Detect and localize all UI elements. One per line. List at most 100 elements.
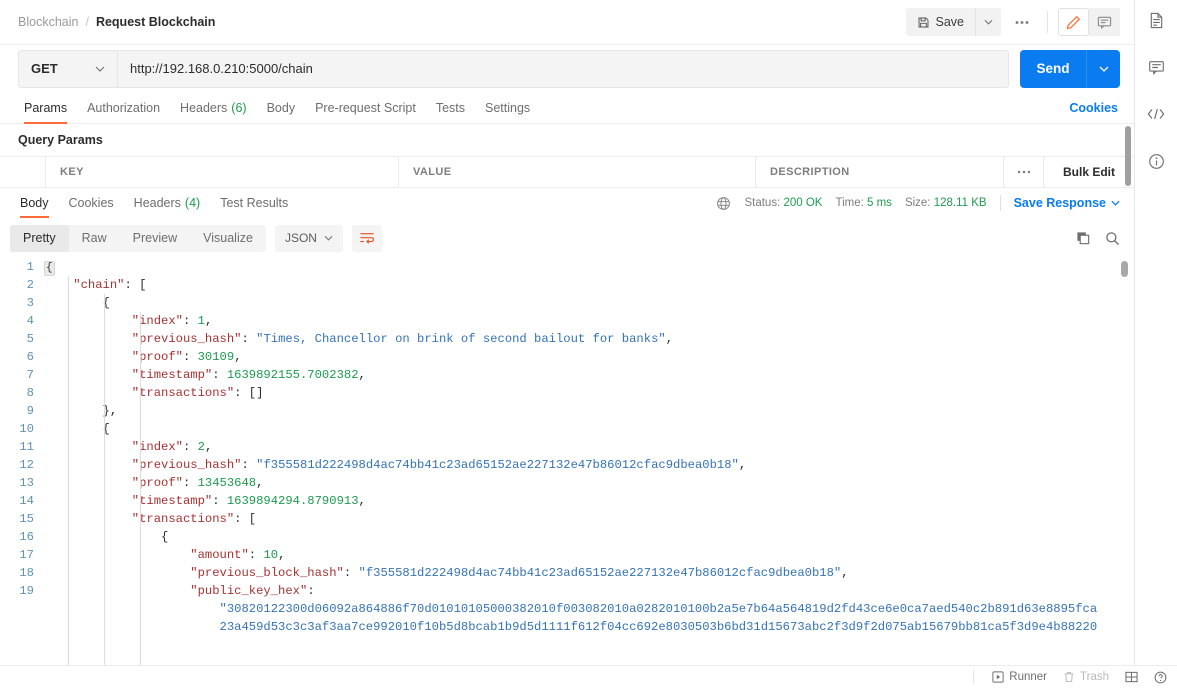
code-token: { bbox=[102, 422, 110, 436]
http-method-value: GET bbox=[31, 61, 58, 76]
code-token: : bbox=[212, 494, 227, 508]
line-number: 12 bbox=[19, 458, 34, 472]
view-pretty-button[interactable]: Pretty bbox=[10, 224, 69, 252]
trash-button[interactable]: Trash bbox=[1063, 671, 1109, 683]
code-token: : [ bbox=[124, 278, 147, 292]
column-header-description: DESCRIPTION bbox=[756, 157, 1004, 187]
view-visualize-button[interactable]: Visualize bbox=[190, 225, 266, 252]
line-number: 3 bbox=[26, 296, 34, 310]
copy-icon[interactable] bbox=[1076, 231, 1091, 246]
chevron-down-icon bbox=[324, 235, 333, 241]
code-line: 7 "timestamp": 1639892155.7002382, bbox=[10, 366, 1134, 384]
layout-toggle-button[interactable] bbox=[1125, 671, 1138, 683]
breadcrumb-parent[interactable]: Blockchain bbox=[18, 15, 78, 29]
query-params-checkbox-column bbox=[0, 157, 46, 187]
trash-icon bbox=[1063, 671, 1075, 683]
code-token: , bbox=[204, 314, 213, 328]
send-options-button[interactable] bbox=[1086, 49, 1120, 88]
code-token: "previous_hash" bbox=[131, 458, 242, 472]
response-tab-cookies-label: Cookies bbox=[68, 196, 114, 210]
response-tab-headers[interactable]: Headers (4) bbox=[124, 188, 211, 218]
line-number: 18 bbox=[19, 566, 34, 580]
line-number: 5 bbox=[26, 332, 34, 346]
code-token: , bbox=[358, 368, 366, 382]
tab-params[interactable]: Params bbox=[14, 92, 77, 124]
tab-pre-request-script[interactable]: Pre-request Script bbox=[305, 92, 426, 123]
breadcrumb-current: Request Blockchain bbox=[95, 15, 216, 29]
response-tab-cookies[interactable]: Cookies bbox=[59, 188, 124, 218]
meta-divider bbox=[999, 195, 1001, 211]
tab-settings[interactable]: Settings bbox=[475, 92, 540, 123]
tab-settings-label: Settings bbox=[485, 100, 531, 115]
view-raw-button[interactable]: Raw bbox=[69, 225, 120, 252]
send-button[interactable]: Send bbox=[1020, 49, 1086, 88]
more-actions-button[interactable] bbox=[1007, 8, 1037, 36]
code-line-text: "previous_hash": "Times, Chancellor on b… bbox=[44, 330, 673, 348]
http-method-select[interactable]: GET bbox=[18, 49, 117, 88]
status-bar: Runner Trash bbox=[0, 665, 1177, 688]
help-button[interactable] bbox=[1154, 671, 1167, 684]
tab-authorization[interactable]: Authorization bbox=[77, 92, 170, 123]
code-token: "previous_block_hash" bbox=[190, 566, 344, 580]
documentation-icon[interactable] bbox=[1144, 8, 1168, 32]
line-number: 14 bbox=[19, 494, 34, 508]
body-scrollbar-thumb[interactable] bbox=[1121, 261, 1128, 277]
code-token: 1639894294.8790913 bbox=[226, 494, 359, 508]
comment-mode-button[interactable] bbox=[1089, 8, 1120, 36]
save-options-button[interactable] bbox=[975, 8, 1001, 36]
search-icon[interactable] bbox=[1105, 231, 1120, 246]
line-number bbox=[10, 600, 44, 618]
code-line-text: }, bbox=[44, 402, 118, 420]
code-line: 13 "proof": 13453648, bbox=[10, 474, 1134, 492]
comment-icon[interactable] bbox=[1144, 55, 1168, 79]
response-tab-headers-label: Headers bbox=[133, 196, 181, 210]
code-token: { bbox=[102, 296, 110, 310]
tab-body[interactable]: Body bbox=[257, 92, 306, 123]
code-icon[interactable] bbox=[1144, 102, 1168, 126]
response-body-viewer[interactable]: 1{2 "chain": [3 {4 "index": 1, 5 "previou… bbox=[0, 258, 1134, 688]
view-preview-button[interactable]: Preview bbox=[120, 225, 190, 252]
header-divider bbox=[1047, 11, 1048, 33]
url-value: http://192.168.0.210:5000/chain bbox=[130, 61, 313, 76]
pencil-icon bbox=[1066, 15, 1081, 30]
line-number: 10 bbox=[19, 422, 34, 436]
code-line-text: "amount": 10, bbox=[44, 546, 285, 564]
info-icon[interactable] bbox=[1144, 149, 1168, 173]
save-button[interactable]: Save bbox=[905, 8, 975, 36]
code-token: "proof" bbox=[131, 476, 183, 490]
code-token: , bbox=[256, 476, 264, 490]
query-params-options-button[interactable] bbox=[1004, 157, 1044, 187]
content-type-select[interactable]: JSON bbox=[274, 224, 343, 252]
code-token: , bbox=[204, 440, 213, 454]
code-line: 19 "public_key_hex": bbox=[10, 582, 1134, 600]
size-label: Size: bbox=[904, 197, 931, 209]
save-response-button[interactable]: Save Response bbox=[1014, 196, 1120, 210]
response-view-segments: Pretty Raw Preview Visualize bbox=[10, 224, 266, 252]
code-token: : bbox=[182, 440, 198, 454]
fold-marker[interactable]: { bbox=[44, 261, 55, 276]
edit-mode-button[interactable] bbox=[1058, 8, 1089, 36]
bulk-edit-button[interactable]: Bulk Edit bbox=[1044, 157, 1134, 187]
save-label: Save bbox=[935, 15, 965, 29]
response-tab-test-results[interactable]: Test Results bbox=[210, 188, 298, 218]
cookies-link[interactable]: Cookies bbox=[1069, 92, 1120, 123]
code-token: "proof" bbox=[131, 350, 183, 364]
tab-tests[interactable]: Tests bbox=[426, 92, 475, 123]
tab-params-label: Params bbox=[24, 100, 68, 115]
code-token: : bbox=[343, 566, 359, 580]
header-actions: Save bbox=[905, 8, 1120, 36]
response-tab-body[interactable]: Body bbox=[10, 188, 59, 218]
code-line: 2 "chain": [ bbox=[10, 276, 1134, 294]
query-params-title: Query Params bbox=[18, 133, 103, 147]
footer-divider bbox=[973, 670, 975, 684]
code-line-text: { bbox=[44, 420, 110, 438]
runner-button[interactable]: Runner bbox=[992, 671, 1047, 683]
code-line-text: "timestamp": 1639894294.8790913, bbox=[44, 492, 366, 510]
word-wrap-button[interactable] bbox=[351, 224, 382, 252]
url-bar: GET http://192.168.0.210:5000/chain Send bbox=[0, 45, 1134, 92]
tab-headers[interactable]: Headers (6) bbox=[170, 92, 257, 123]
code-token: : bbox=[307, 584, 315, 598]
code-token: 1 bbox=[197, 314, 205, 328]
url-input[interactable]: http://192.168.0.210:5000/chain bbox=[117, 49, 1009, 88]
params-scrollbar-thumb[interactable] bbox=[1125, 126, 1131, 186]
